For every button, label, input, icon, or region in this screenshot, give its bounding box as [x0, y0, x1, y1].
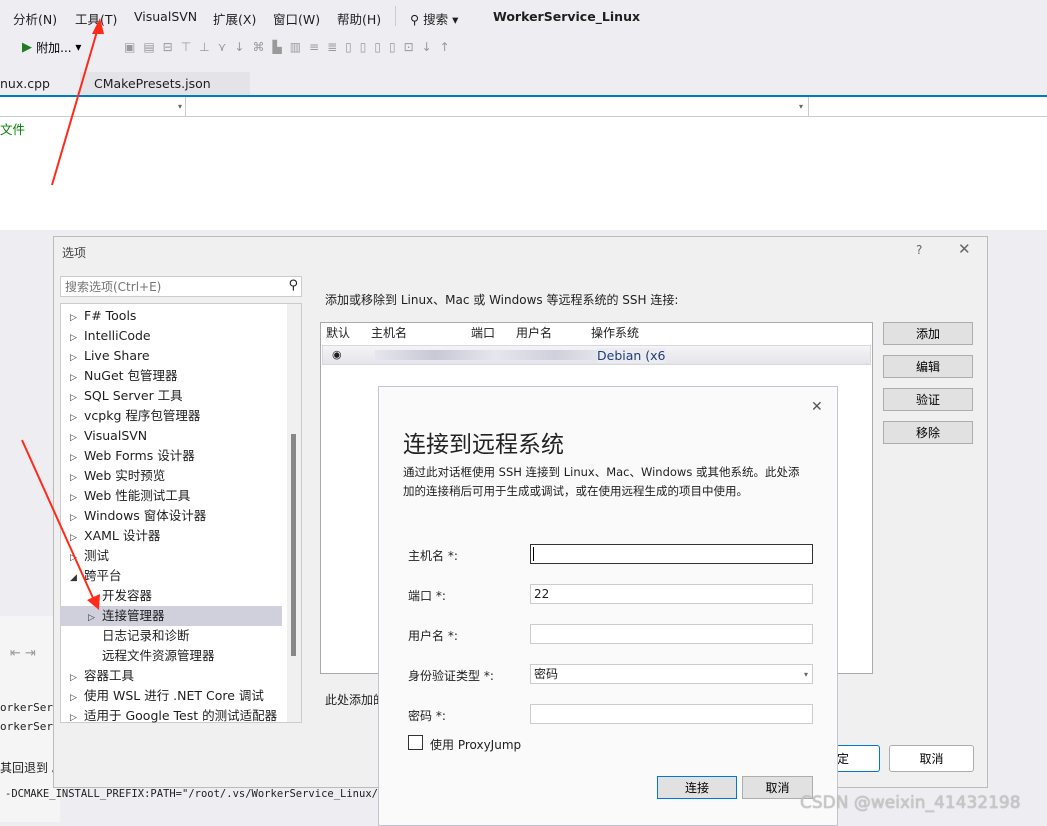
- red-arrow-head: [92, 18, 104, 34]
- red-arrow-line: [21, 439, 94, 599]
- annotation-arrows: [21, 18, 104, 610]
- red-arrow-head: [87, 594, 100, 610]
- red-arrow-line: [51, 27, 99, 186]
